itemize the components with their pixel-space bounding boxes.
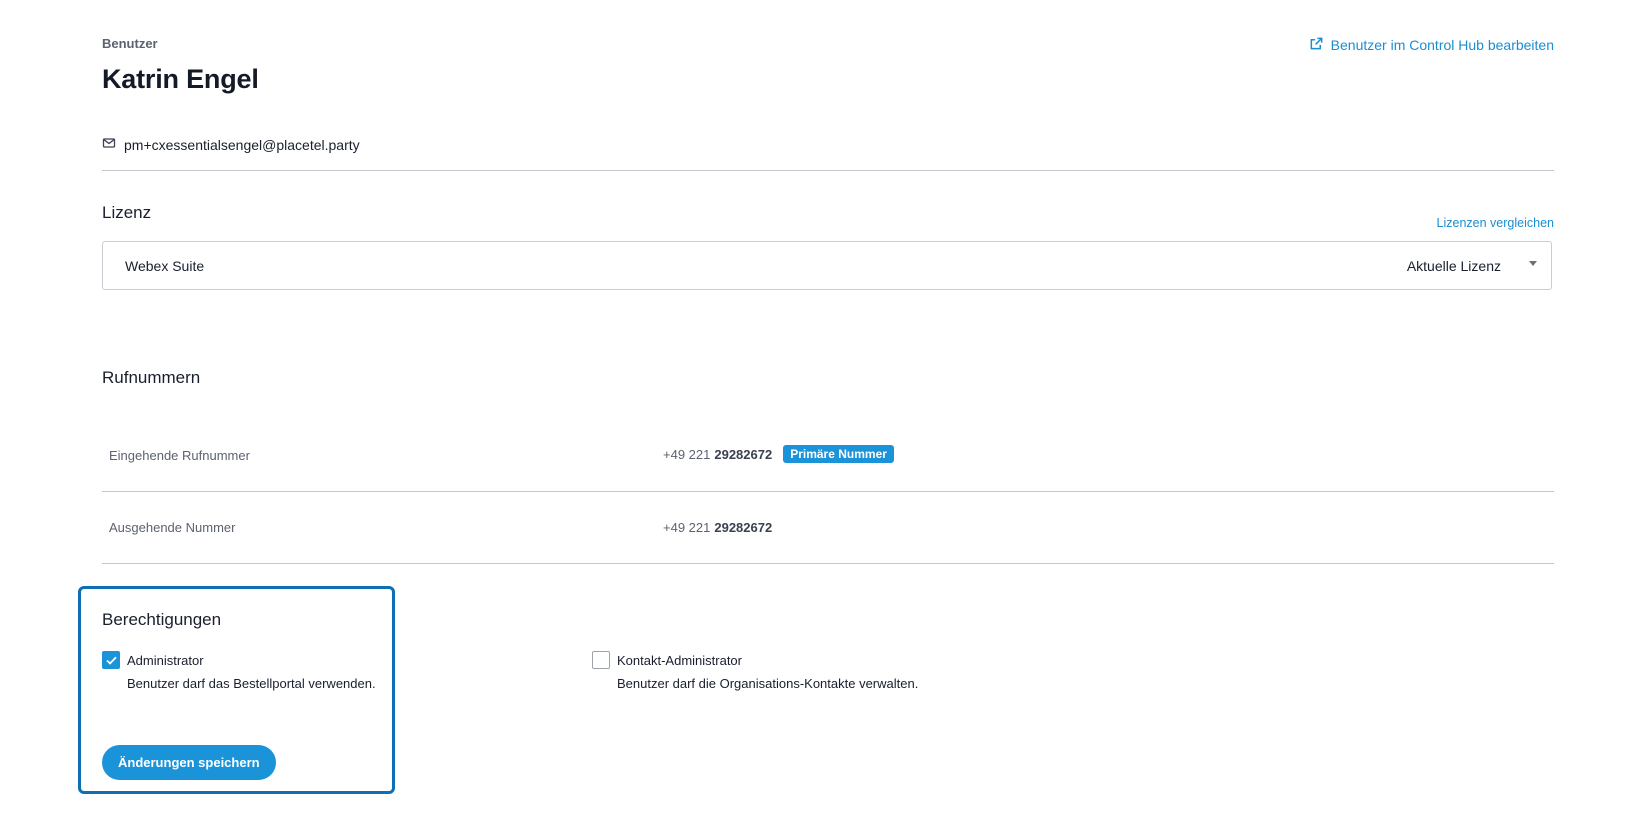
header-divider xyxy=(102,170,1554,171)
outgoing-number-label: Ausgehende Nummer xyxy=(109,520,236,535)
compare-licenses-link[interactable]: Lizenzen vergleichen xyxy=(1437,216,1554,230)
administrator-label[interactable]: Administrator xyxy=(127,653,204,668)
mail-icon xyxy=(102,136,116,153)
breadcrumb[interactable]: Benutzer xyxy=(102,36,158,51)
number-prefix: +49 221 xyxy=(663,520,711,535)
email-address: pm+cxessentialsengel@placetel.party xyxy=(124,136,360,153)
edit-in-control-hub-link[interactable]: Benutzer im Control Hub bearbeiten xyxy=(1309,36,1554,54)
contact-administrator-description: Benutzer darf die Organisations-Kontakte… xyxy=(617,676,919,691)
save-changes-button[interactable]: Änderungen speichern xyxy=(102,745,276,780)
administrator-description: Benutzer darf das Bestellportal verwende… xyxy=(127,676,376,691)
edit-link-label: Benutzer im Control Hub bearbeiten xyxy=(1330,37,1554,53)
chevron-down-icon[interactable] xyxy=(1529,261,1537,266)
contact-administrator-label[interactable]: Kontakt-Administrator xyxy=(617,653,742,668)
permissions-section-title: Berechtigungen xyxy=(102,610,222,629)
incoming-number-value: +49 221 29282672 Primäre Nummer xyxy=(663,445,894,463)
license-status: Aktuelle Lizenz xyxy=(1406,258,1501,274)
checkmark-icon xyxy=(105,656,117,665)
number-prefix: +49 221 xyxy=(663,446,711,462)
page-title: Katrin Engel xyxy=(102,64,259,94)
license-section-title: Lizenz xyxy=(102,203,152,222)
external-link-icon xyxy=(1309,36,1324,54)
email-row: pm+cxessentialsengel@placetel.party xyxy=(102,136,360,153)
primary-number-badge: Primäre Nummer xyxy=(783,445,894,463)
administrator-checkbox[interactable] xyxy=(102,651,120,669)
number-main: 29282672 xyxy=(714,520,773,535)
license-select[interactable]: Webex Suite Aktuelle Lizenz xyxy=(102,241,1552,290)
numbers-row-divider xyxy=(102,491,1554,492)
numbers-section-title: Rufnummern xyxy=(102,368,201,387)
user-detail-page: Benutzer Katrin Engel Benutzer im Contro… xyxy=(78,0,1554,816)
outgoing-number-value: +49 221 29282672 xyxy=(663,520,772,535)
incoming-number-label: Eingehende Rufnummer xyxy=(109,448,250,463)
number-main: 29282672 xyxy=(714,446,773,462)
license-name: Webex Suite xyxy=(125,258,205,274)
contact-administrator-checkbox[interactable] xyxy=(592,651,610,669)
numbers-bottom-divider xyxy=(102,563,1554,564)
